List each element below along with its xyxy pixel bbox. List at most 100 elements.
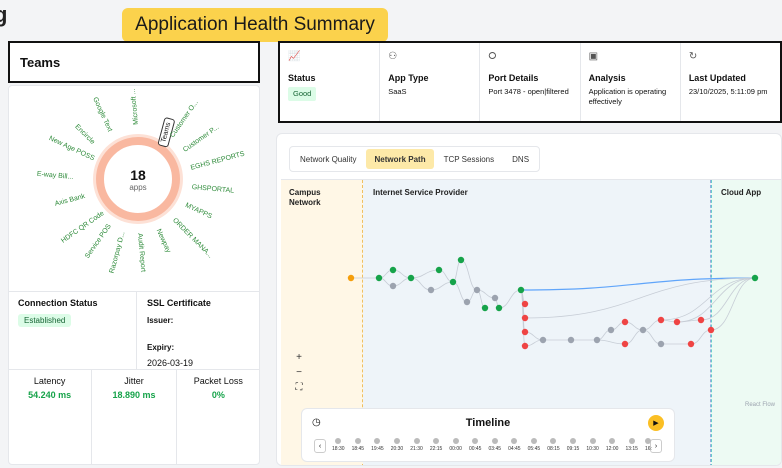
timeline-tick[interactable]: 03:45 — [488, 438, 502, 452]
timeline-dot — [609, 438, 616, 444]
flow-node — [707, 326, 715, 334]
timeline-tick[interactable]: 05:45 — [527, 438, 541, 452]
timeline-tick[interactable]: 19:45 — [371, 438, 384, 452]
timeline-dot — [589, 438, 596, 444]
flow-edge — [660, 277, 756, 321]
flow-node — [539, 336, 547, 344]
timeline-dot — [393, 438, 400, 444]
app-label[interactable]: Encircle — [73, 123, 96, 146]
play-icon[interactable]: ▶ — [648, 415, 664, 431]
logo-mark: g — [0, 2, 8, 27]
network-flow[interactable]: Campus Network Internet Service Provider… — [281, 179, 781, 465]
timeline-tick[interactable]: 16: — [645, 438, 652, 452]
metric-label: Packet Loss — [193, 376, 243, 386]
app-label[interactable]: Audit Report — [136, 233, 146, 272]
flow-edge — [430, 281, 454, 291]
flow-node — [407, 274, 415, 282]
app-label[interactable]: Google Text — [91, 96, 113, 133]
flow-edge — [410, 269, 440, 279]
timeline-time: 03:45 — [488, 446, 502, 452]
timeline-tick[interactable]: 08:15 — [547, 438, 560, 452]
status-badge: Good — [288, 87, 317, 101]
timeline-tick[interactable]: 10:30 — [586, 438, 599, 452]
timeline-ticks: 18:30 18:45 19:45 20:30 21:30 22:15 00:00 00:45… — [332, 438, 652, 452]
tab-network-path[interactable]: Network Path — [366, 149, 434, 169]
app-label[interactable]: EGHS REPORTS — [190, 151, 245, 172]
timeline-tick[interactable]: 20:30 — [390, 438, 404, 452]
flow-node — [517, 286, 525, 294]
react-flow-watermark: React Flow — [744, 402, 775, 408]
flow-edge — [452, 259, 462, 283]
timeline-tick[interactable]: 18:45 — [352, 438, 364, 452]
timeline-tick[interactable]: 04:45 — [508, 438, 521, 452]
flow-node — [449, 278, 457, 286]
card-app-type: ⚇ App Type SaaS — [380, 43, 481, 121]
tab-tcp-sessions[interactable]: TCP Sessions — [436, 149, 503, 169]
timeline-tick[interactable]: 12:00 — [605, 438, 619, 452]
timeline-tick[interactable]: 13:15 — [625, 438, 638, 452]
flow-node — [389, 282, 397, 290]
apps-ring: 18 apps — [96, 137, 180, 221]
timeline-time: 05:45 — [527, 446, 541, 452]
teams-title: Teams — [20, 54, 61, 70]
metric-value: 0% — [211, 390, 225, 400]
timeline-dot — [374, 438, 381, 444]
issuer-label: Issuer: — [147, 316, 174, 325]
timeline-tick[interactable]: 09:15 — [567, 438, 579, 452]
timeline-time: 00:00 — [449, 446, 462, 452]
tab-bar: Network Quality Network Path TCP Session… — [289, 146, 541, 172]
flow-edge — [410, 277, 432, 291]
app-label[interactable]: MYAPPS — [184, 202, 213, 220]
app-label[interactable]: Customer P... — [182, 124, 220, 154]
flow-node — [375, 274, 383, 282]
flow-node — [389, 266, 397, 274]
flow-node — [347, 274, 355, 282]
app-label[interactable]: Service POS — [85, 223, 114, 260]
app-label[interactable]: GHSPORTAL — [191, 184, 234, 195]
app-label[interactable]: Newpay — [154, 228, 171, 254]
timeline-tick[interactable]: 00:00 — [449, 438, 462, 452]
flow-node — [567, 336, 575, 344]
flow-node — [495, 304, 503, 312]
timeline-tick[interactable]: 18:30 — [332, 438, 345, 452]
flow-node — [639, 326, 647, 334]
timeline-time: 10:30 — [586, 446, 599, 452]
tab-dns[interactable]: DNS — [504, 149, 537, 169]
expiry-value: 2026-03-19 — [147, 358, 194, 368]
card-analysis: ▣ Analysis Application is operating effe… — [581, 43, 681, 121]
flow-node — [473, 286, 481, 294]
timeline-dot — [354, 438, 361, 444]
flow-node — [435, 266, 443, 274]
flow-node — [687, 340, 695, 348]
timeline-time: 22:15 — [429, 446, 443, 452]
app-label[interactable]: ORDER MANA... — [171, 217, 214, 260]
app-label[interactable]: Razorpay D... — [109, 231, 127, 274]
flow-edge — [452, 281, 468, 303]
card-port-details: ⭘ Port Details Port 3478 - open|filtered — [480, 43, 581, 121]
chart-icon: 📈 — [288, 51, 301, 62]
tab-network-quality[interactable]: Network Quality — [292, 149, 364, 169]
app-label[interactable]: Axis Bank — [54, 193, 86, 208]
flow-edge — [596, 339, 626, 345]
timeline-title: Timeline — [465, 417, 511, 429]
flow-node — [621, 340, 629, 348]
timeline: ◷ Timeline ▶ ‹ › 18:30 18:45 19:45 20:30 21:… — [301, 408, 675, 462]
teams-header: Teams — [8, 41, 260, 83]
timeline-dot — [570, 438, 576, 444]
timeline-prev-button[interactable]: ‹ — [314, 439, 326, 453]
timeline-tick[interactable]: 21:30 — [410, 438, 423, 452]
timeline-tick[interactable]: 22:15 — [429, 438, 443, 452]
timeline-time: 20:30 — [390, 446, 404, 452]
fit-view-icon[interactable]: ⛶ — [291, 382, 307, 393]
top-strip: g — [0, 0, 782, 30]
zoom-out-icon[interactable]: − — [291, 367, 307, 378]
card-title: Analysis — [588, 73, 626, 83]
app-label[interactable]: Microsoft ... — [130, 89, 140, 126]
app-label[interactable]: E-way Bill... — [37, 171, 74, 181]
timeline-tick[interactable]: 00:45 — [469, 438, 481, 452]
metric-value: 54.240 ms — [28, 390, 72, 400]
card-last-updated: ↻ Last Updated 23/10/2025, 5:11:09 pm — [681, 43, 780, 121]
timeline-time: 12:00 — [605, 446, 619, 452]
timeline-dot — [335, 438, 342, 444]
zoom-in-icon[interactable]: + — [291, 352, 307, 363]
